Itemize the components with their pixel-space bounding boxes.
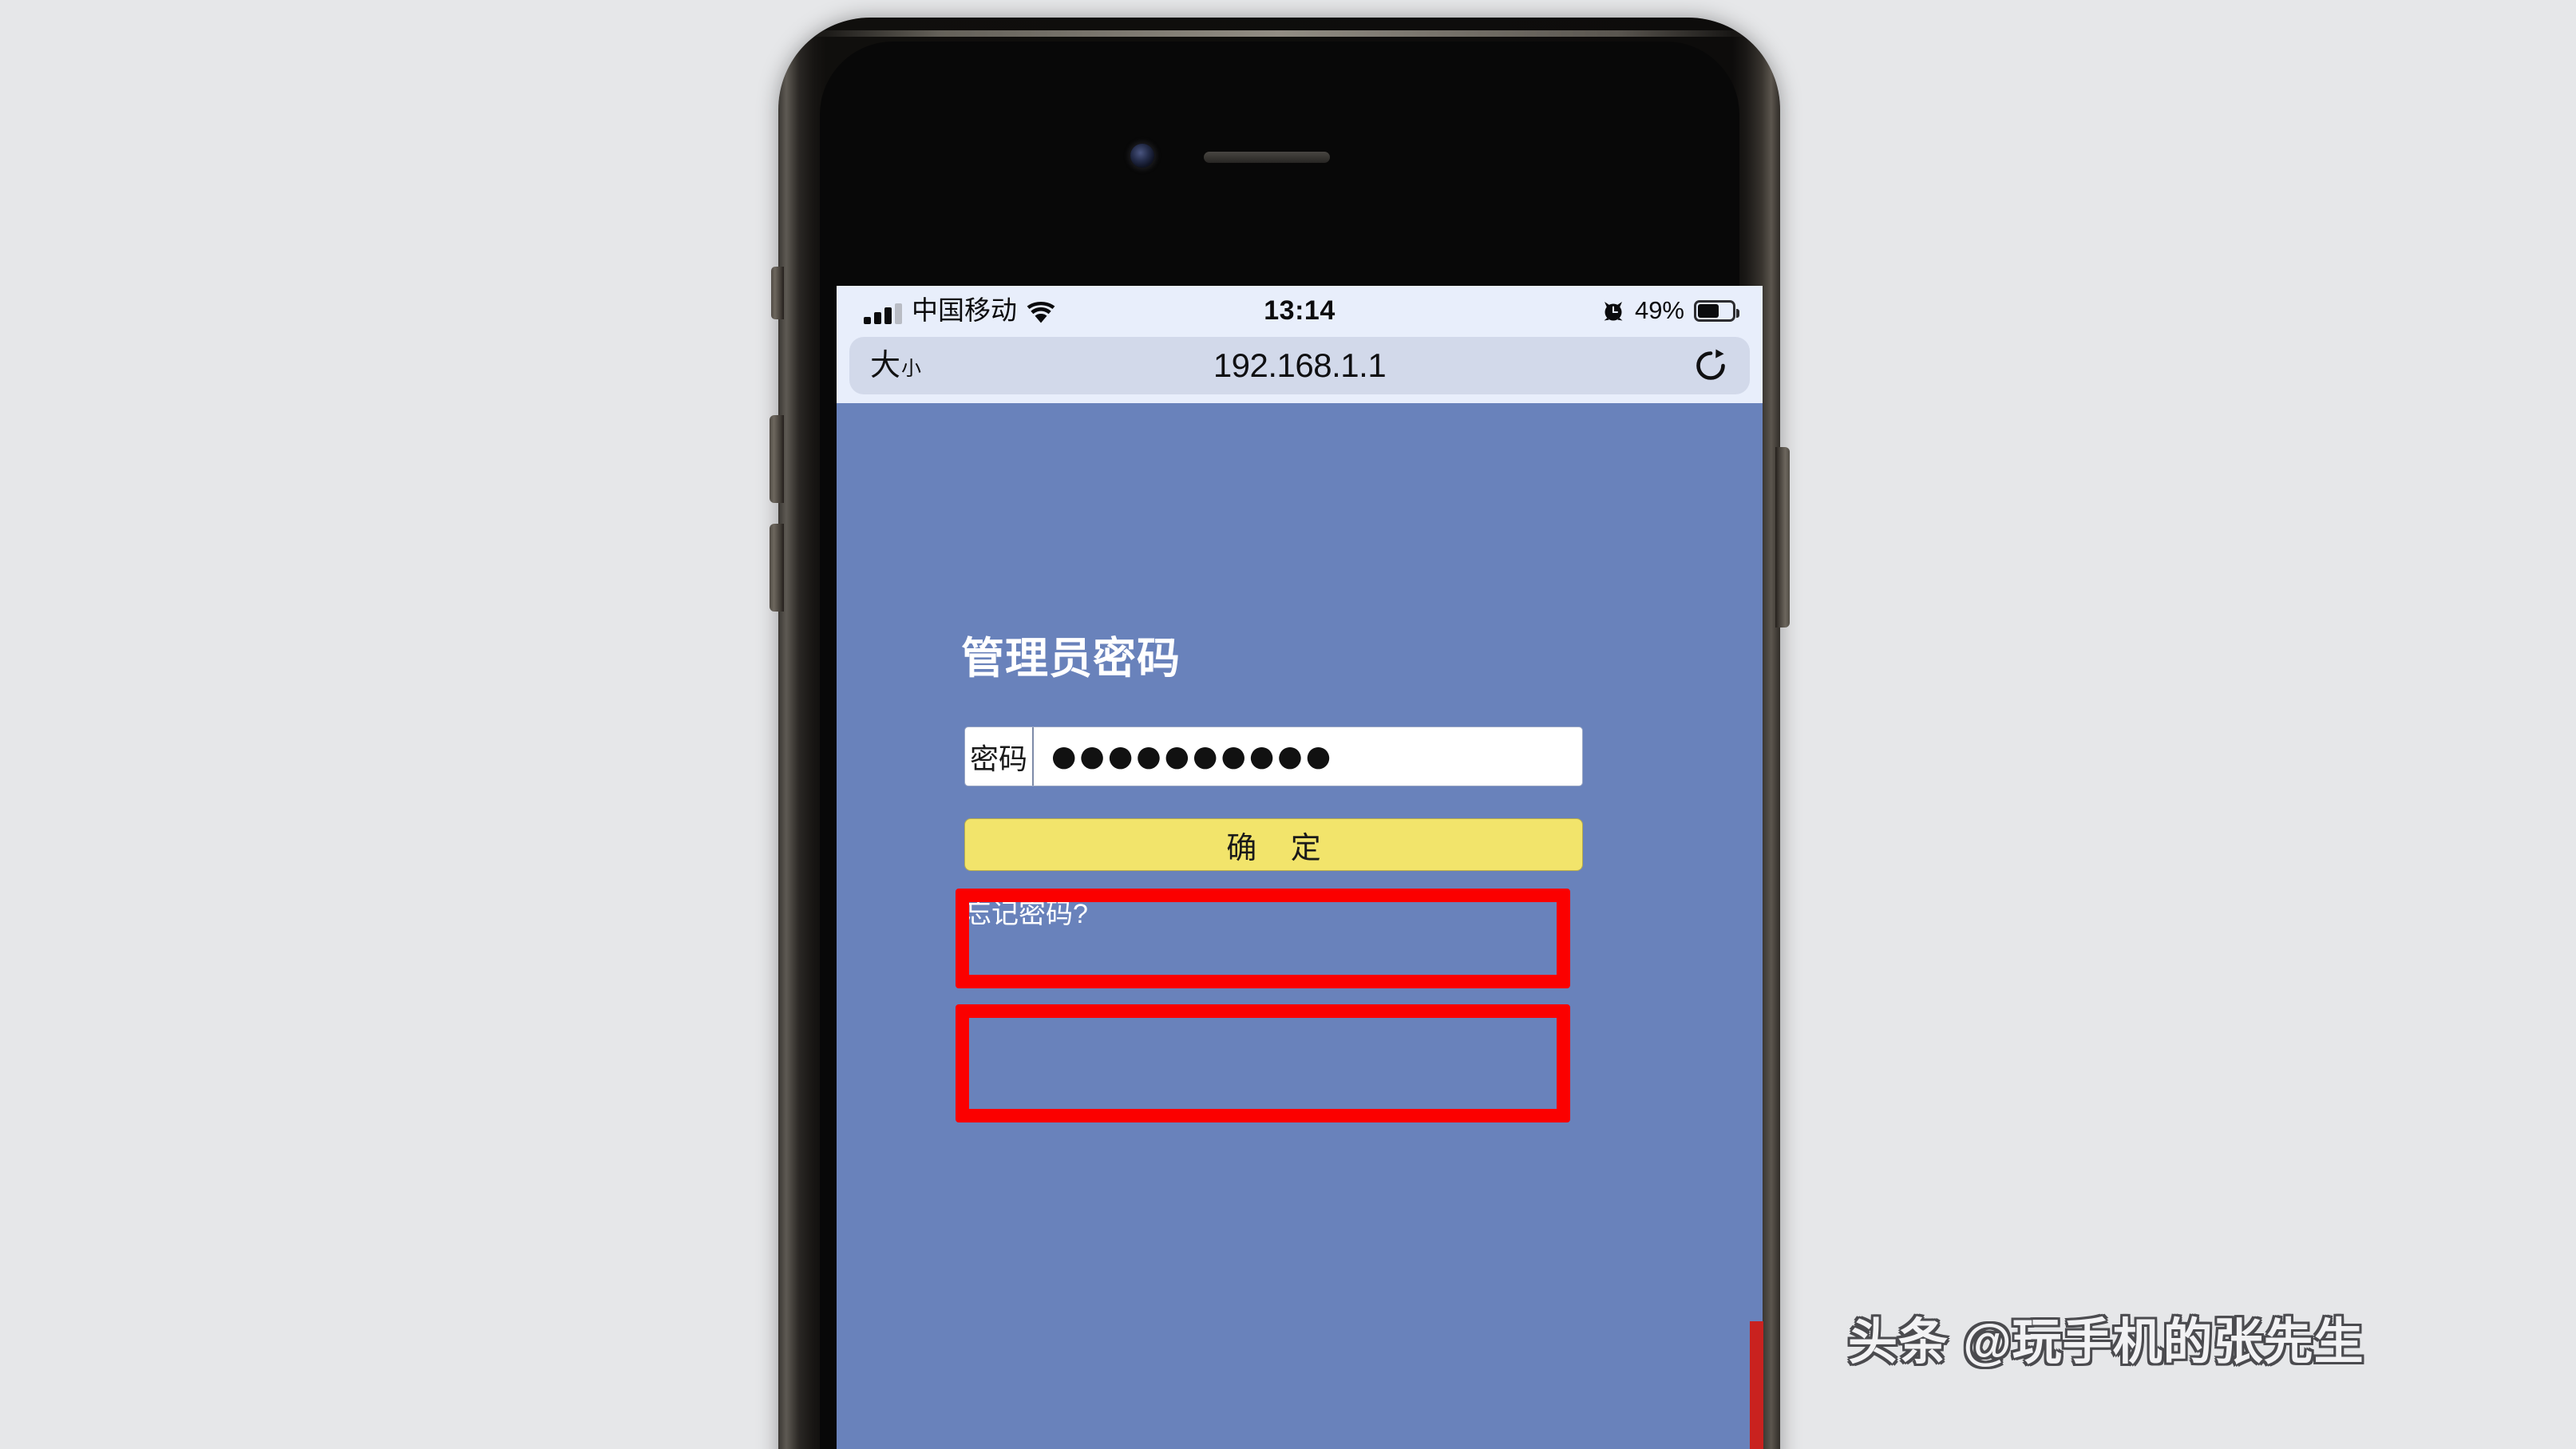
text-size-large-label: 大	[870, 348, 901, 382]
password-field-row[interactable]: 密码 ●●●●●●●●●●	[964, 726, 1583, 786]
text-size-small-label: 小	[901, 357, 922, 380]
url-field[interactable]: 大 小 192.168.1.1	[849, 336, 1750, 394]
battery-level-fill	[1698, 303, 1719, 318]
mute-switch-button[interactable]	[771, 267, 784, 319]
device-frame-highlight	[807, 30, 1751, 37]
alarm-clock-icon	[1601, 299, 1625, 323]
camera-icon	[1130, 144, 1154, 168]
battery-percent-label: 49%	[1634, 296, 1684, 324]
text-size-icon[interactable]: 大 小	[870, 350, 921, 381]
confirm-button[interactable]: 确 定	[964, 818, 1583, 871]
volume-up-button[interactable]	[770, 415, 784, 503]
forgot-password-link[interactable]: 忘记密码?	[964, 892, 1088, 931]
url-text: 192.168.1.1	[1213, 346, 1387, 384]
volume-down-button[interactable]	[770, 524, 784, 612]
reload-icon[interactable]	[1692, 347, 1729, 384]
phone-screen: 中国移动 13:14 49% 大 小 192.168.1.1 管理员密码 密码 …	[837, 286, 1763, 1449]
speaker-grille-icon	[1204, 152, 1330, 163]
battery-icon	[1694, 299, 1739, 322]
status-bar: 中国移动 13:14 49%	[837, 286, 1763, 335]
watermark: 头条 @玩手机的张先生	[1848, 1315, 2364, 1370]
status-bar-right: 49%	[1601, 296, 1739, 325]
password-input[interactable]: ●●●●●●●●●●	[1034, 727, 1582, 786]
password-label: 密码	[965, 727, 1034, 786]
page-title: 管理员密码	[961, 635, 1181, 683]
router-login-page: 管理员密码 密码 ●●●●●●●●●● 确 定 忘记密码?	[837, 403, 1763, 1449]
power-button[interactable]	[1775, 447, 1790, 628]
browser-toolbar: 大 小 192.168.1.1	[837, 335, 1763, 403]
edge-strip-highlight	[1750, 1321, 1763, 1449]
